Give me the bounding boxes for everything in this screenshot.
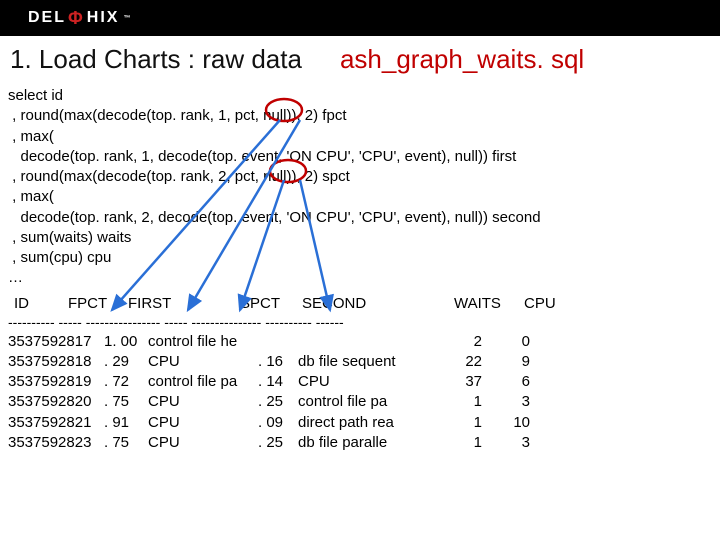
sql-line: decode(top. rank, 2, decode(top. event, … bbox=[8, 208, 712, 228]
cell-first: CPU bbox=[148, 392, 258, 412]
col-id: ID bbox=[14, 295, 50, 312]
table-row: 3537592823. 75CPU. 25db file paralle13 bbox=[8, 433, 712, 453]
sql-line: , round(max(decode(top. rank, 1, pct, nu… bbox=[8, 106, 712, 126]
sql-line: … bbox=[8, 268, 712, 288]
table-row: 3537592819. 72control file pa. 14CPU37 6 bbox=[8, 372, 712, 392]
table-row: 3537592820. 75CPU. 25control file pa13 bbox=[8, 392, 712, 412]
logo-phi-icon: Φ bbox=[68, 8, 85, 29]
sql-line: , sum(cpu) cpu bbox=[8, 248, 712, 268]
cell-fpct: . 72 bbox=[104, 372, 148, 392]
cell-fpct: . 75 bbox=[104, 433, 148, 453]
col-fpct: FPCT bbox=[68, 295, 128, 312]
sql-line: , round(max(decode(top. rank, 2, pct, nu… bbox=[8, 167, 712, 187]
cell-first: control file he bbox=[148, 332, 258, 352]
cell-id: 3537592818 bbox=[8, 352, 104, 372]
cell-waits: 1 bbox=[448, 392, 482, 412]
cell-spct: . 14 bbox=[258, 372, 298, 392]
cell-waits: 1 bbox=[448, 413, 482, 433]
cell-waits: 37 bbox=[448, 372, 482, 392]
cell-first: control file pa bbox=[148, 372, 258, 392]
cell-cpu: 0 bbox=[496, 332, 530, 352]
table-row: 3537592821. 91CPU. 09direct path rea1 10 bbox=[8, 413, 712, 433]
separator-dashes: ---------- ----- ---------------- ----- … bbox=[8, 314, 712, 330]
cell-cpu: 6 bbox=[496, 372, 530, 392]
sql-line: , max( bbox=[8, 127, 712, 147]
col-spct: SPCT bbox=[240, 295, 302, 312]
sql-line: , max( bbox=[8, 187, 712, 207]
cell-id: 3537592823 bbox=[8, 433, 104, 453]
cell-cpu: 10 bbox=[496, 413, 530, 433]
delphix-logo: DEL Φ HIX ™ bbox=[28, 8, 130, 29]
column-headers: ID FPCT FIRST SPCT SECOND WAITS CPU bbox=[8, 295, 712, 312]
cell-spct: . 09 bbox=[258, 413, 298, 433]
cell-fpct: . 75 bbox=[104, 392, 148, 412]
cell-cpu: 9 bbox=[496, 352, 530, 372]
logo-left: DEL bbox=[28, 9, 66, 27]
cell-cpu: 3 bbox=[496, 433, 530, 453]
cell-second: db file paralle bbox=[298, 433, 448, 453]
logo-right: HIX bbox=[87, 9, 120, 27]
cell-waits: 1 bbox=[448, 433, 482, 453]
cell-spct: . 16 bbox=[258, 352, 298, 372]
sql-block: select id , round(max(decode(top. rank, … bbox=[8, 86, 712, 289]
logo-tm: ™ bbox=[123, 15, 130, 22]
col-cpu: CPU bbox=[524, 295, 574, 312]
cell-second bbox=[298, 332, 448, 352]
col-waits: WAITS bbox=[454, 295, 514, 312]
table-row: 35375928171. 00control file he 20 bbox=[8, 332, 712, 352]
table-row: 3537592818. 29CPU. 16db file sequent22 9 bbox=[8, 352, 712, 372]
cell-fpct: 1. 00 bbox=[104, 332, 148, 352]
result-table: 35375928171. 00control file he2035375928… bbox=[8, 332, 712, 454]
sql-line: select id bbox=[8, 86, 712, 106]
cell-id: 3537592817 bbox=[8, 332, 104, 352]
cell-spct bbox=[258, 332, 298, 352]
cell-second: direct path rea bbox=[298, 413, 448, 433]
cell-first: CPU bbox=[148, 352, 258, 372]
cell-id: 3537592821 bbox=[8, 413, 104, 433]
cell-first: CPU bbox=[148, 413, 258, 433]
cell-cpu: 3 bbox=[496, 392, 530, 412]
cell-spct: . 25 bbox=[258, 433, 298, 453]
content-area: select id , round(max(decode(top. rank, … bbox=[0, 80, 720, 453]
sql-line: decode(top. rank, 1, decode(top. event, … bbox=[8, 147, 712, 167]
title-bar: 1. Load Charts : raw data ash_graph_wait… bbox=[0, 36, 720, 80]
script-filename: ash_graph_waits. sql bbox=[340, 44, 584, 75]
top-bar: DEL Φ HIX ™ bbox=[0, 0, 720, 36]
col-second: SECOND bbox=[302, 295, 392, 312]
cell-second: CPU bbox=[298, 372, 448, 392]
cell-id: 3537592820 bbox=[8, 392, 104, 412]
col-first: FIRST bbox=[128, 295, 200, 312]
slide-title: 1. Load Charts : raw data bbox=[10, 44, 302, 75]
cell-spct: . 25 bbox=[258, 392, 298, 412]
cell-fpct: . 29 bbox=[104, 352, 148, 372]
cell-first: CPU bbox=[148, 433, 258, 453]
cell-second: db file sequent bbox=[298, 352, 448, 372]
cell-waits: 2 bbox=[448, 332, 482, 352]
cell-waits: 22 bbox=[448, 352, 482, 372]
cell-fpct: . 91 bbox=[104, 413, 148, 433]
cell-id: 3537592819 bbox=[8, 372, 104, 392]
cell-second: control file pa bbox=[298, 392, 448, 412]
sql-line: , sum(waits) waits bbox=[8, 228, 712, 248]
